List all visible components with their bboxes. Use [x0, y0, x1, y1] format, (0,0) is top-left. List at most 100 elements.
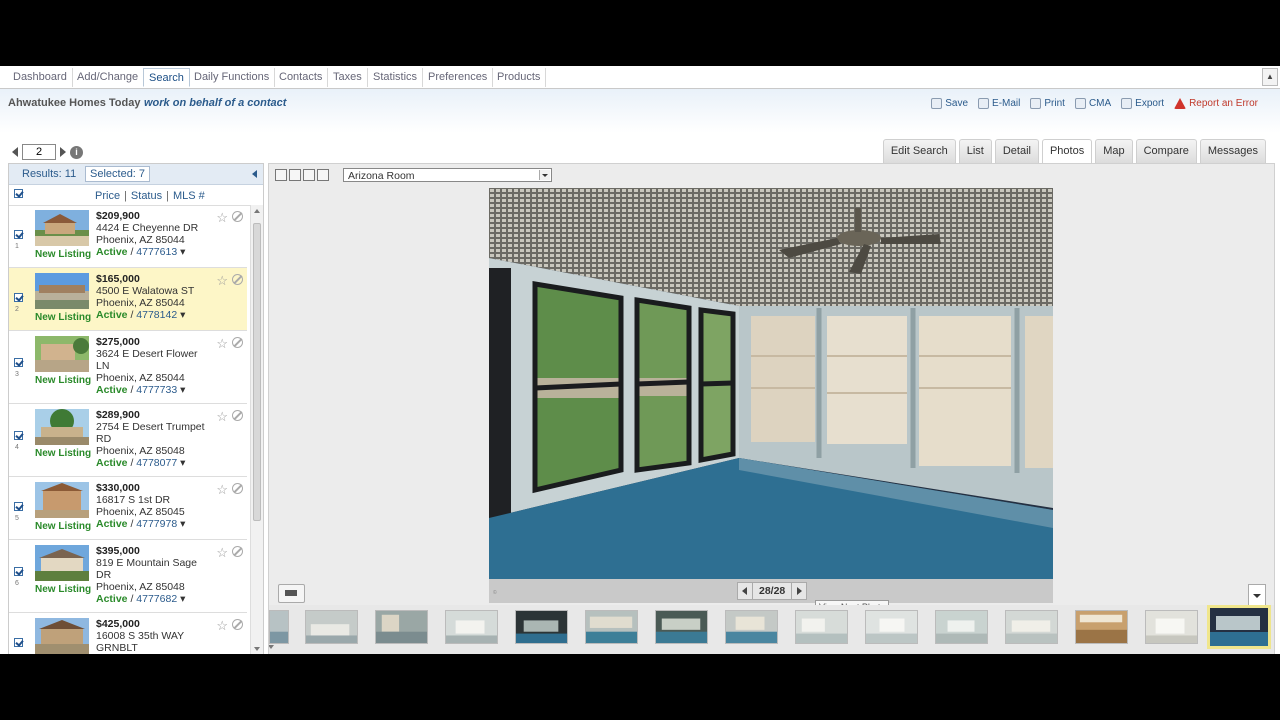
collapse-panel-icon[interactable] [252, 170, 257, 178]
select-all-checkbox[interactable] [14, 189, 23, 198]
photo-thumbnail[interactable] [269, 610, 289, 644]
listing-row[interactable]: 1 New Listing $209,900 4424 E Cheyenne D… [9, 205, 247, 268]
list-tab[interactable]: List [958, 139, 992, 163]
sort-price-link[interactable]: Price [95, 190, 120, 202]
main-listing-photo[interactable] [489, 188, 1053, 579]
chevron-down-icon[interactable]: ▾ [180, 384, 185, 396]
page-number-input[interactable] [22, 144, 56, 160]
photo-thumbnail[interactable] [795, 610, 848, 644]
messages-tab[interactable]: Messages [1199, 139, 1266, 163]
nav-tab-dashboard[interactable]: Dashboard [8, 68, 73, 87]
favorite-star-icon[interactable]: ☆ [216, 410, 228, 423]
mls-link[interactable]: 4778142 [136, 309, 177, 321]
person-icon[interactable] [289, 169, 301, 181]
listing-checkbox[interactable] [14, 638, 23, 647]
sort-status-link[interactable]: Status [131, 190, 162, 202]
chevron-down-icon[interactable]: ▾ [180, 518, 185, 530]
listing-thumbnail[interactable] [35, 409, 89, 445]
photo-thumbnail[interactable] [865, 610, 918, 644]
mls-link[interactable]: 4777733 [136, 384, 177, 396]
edit-icon[interactable] [317, 169, 329, 181]
discard-icon[interactable] [232, 546, 243, 557]
chevron-down-icon[interactable]: ▾ [180, 593, 185, 605]
mls-link[interactable]: 4778077 [136, 457, 177, 469]
scroll-thumb[interactable] [253, 223, 261, 521]
nav-tab-contacts[interactable]: Contacts [274, 68, 329, 87]
favorite-star-icon[interactable]: ☆ [216, 211, 228, 224]
discard-icon[interactable] [232, 274, 243, 285]
photo-thumbnail[interactable] [585, 610, 638, 644]
photo-thumbnail[interactable] [1005, 610, 1058, 644]
listing-row[interactable]: 6 New Listing $395,000 819 E Mountain Sa… [9, 540, 247, 613]
nav-tab-add-change[interactable]: Add/Change [72, 68, 145, 87]
compare-tab[interactable]: Compare [1135, 139, 1197, 163]
favorite-star-icon[interactable]: ☆ [216, 619, 228, 632]
favorite-star-icon[interactable]: ☆ [216, 483, 228, 496]
photo-thumbnail[interactable] [445, 610, 498, 644]
scroll-up-icon[interactable] [254, 209, 260, 213]
cma-button[interactable]: CMA [1074, 98, 1111, 109]
nav-tab-taxes[interactable]: Taxes [328, 68, 368, 87]
chevron-down-icon[interactable]: ▾ [180, 309, 185, 321]
nav-tab-daily-functions[interactable]: Daily Functions [189, 68, 276, 87]
listing-checkbox[interactable] [14, 293, 23, 302]
mls-link[interactable]: 4777613 [136, 246, 177, 258]
results-scrollbar[interactable] [250, 205, 263, 654]
export-button[interactable]: Export [1121, 98, 1164, 109]
next-page-icon[interactable] [60, 147, 66, 157]
favorite-star-icon[interactable]: ☆ [216, 546, 228, 559]
photos-tab[interactable]: Photos [1041, 139, 1093, 163]
listing-checkbox[interactable] [14, 502, 23, 511]
map-tab[interactable]: Map [1095, 139, 1133, 163]
nav-tab-statistics[interactable]: Statistics [368, 68, 424, 87]
photo-thumbnail[interactable] [935, 610, 988, 644]
photo-thumbnail[interactable] [375, 610, 428, 644]
slideshow-icon[interactable] [275, 169, 287, 181]
photo-thumbnail[interactable] [305, 610, 358, 644]
edit-search-tab[interactable]: Edit Search [882, 139, 956, 163]
favorite-star-icon[interactable]: ☆ [216, 274, 228, 287]
listing-thumbnail[interactable] [35, 210, 89, 246]
prev-page-icon[interactable] [12, 147, 18, 157]
sort-mls-link[interactable]: MLS # [173, 190, 205, 202]
discard-icon[interactable] [232, 410, 243, 421]
listing-row[interactable]: 3 New Listing $275,000 3624 E Desert Flo… [9, 331, 247, 404]
photo-thumbnail[interactable] [725, 610, 778, 644]
favorite-star-icon[interactable]: ☆ [216, 337, 228, 350]
nav-scroll-up-button[interactable]: ▲ [1262, 68, 1278, 86]
listing-checkbox[interactable] [14, 431, 23, 440]
mls-link[interactable]: 4777978 [136, 518, 177, 530]
photo-thumbnail[interactable] [1145, 610, 1198, 644]
listing-thumbnail[interactable] [35, 482, 89, 518]
photo-thumbnail[interactable] [655, 610, 708, 644]
next-photo-button[interactable] [792, 583, 806, 599]
listing-thumbnail[interactable] [35, 273, 89, 309]
listing-row[interactable]: 2 New Listing $165,000 4500 E Walatowa S… [9, 268, 247, 331]
chevron-down-icon[interactable]: ▾ [180, 246, 185, 258]
photo-thumbnail[interactable] [515, 610, 568, 644]
strip-scroll-icon[interactable] [269, 645, 274, 649]
listing-row[interactable]: 4 New Listing $289,900 2754 E Desert Tru… [9, 404, 247, 477]
nav-tab-search[interactable]: Search [143, 68, 190, 87]
save-button[interactable]: Save [931, 98, 968, 109]
nav-tab-products[interactable]: Products [492, 68, 547, 87]
scroll-down-icon[interactable] [254, 647, 260, 651]
listing-row[interactable]: 5 New Listing $330,000 16817 S 1st DR Ph… [9, 477, 247, 540]
discard-icon[interactable] [232, 337, 243, 348]
detail-tab[interactable]: Detail [994, 139, 1039, 163]
discard-icon[interactable] [232, 483, 243, 494]
listing-thumbnail[interactable] [35, 545, 89, 581]
discard-icon[interactable] [232, 211, 243, 222]
nav-tab-preferences[interactable]: Preferences [423, 68, 494, 87]
mls-link[interactable]: 4777682 [136, 593, 177, 605]
chevron-down-icon[interactable] [539, 170, 550, 180]
info-icon[interactable]: i [70, 145, 83, 159]
photo-thumbnail-selected[interactable] [1207, 605, 1271, 649]
listing-checkbox[interactable] [14, 358, 23, 367]
previous-photo-button[interactable] [738, 583, 752, 599]
email-button[interactable]: E-Mail [978, 98, 1020, 109]
photo-thumbnail[interactable] [1075, 610, 1128, 644]
listing-checkbox[interactable] [14, 567, 23, 576]
calendar-icon[interactable] [303, 169, 315, 181]
listing-checkbox[interactable] [14, 230, 23, 239]
